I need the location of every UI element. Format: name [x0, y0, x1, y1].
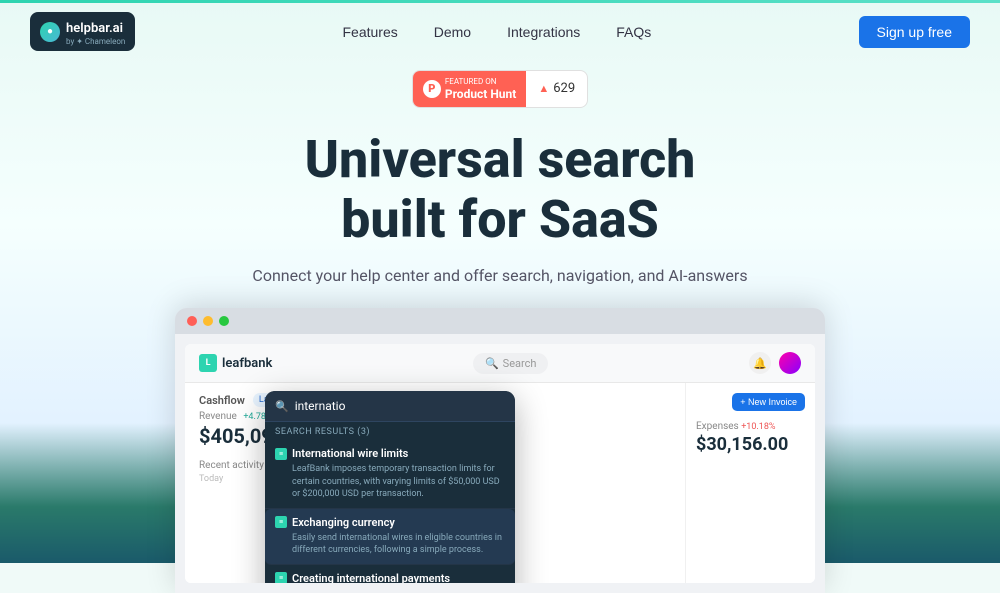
signup-button[interactable]: Sign up free	[859, 16, 971, 48]
hero-title-line1: Universal search	[305, 129, 696, 190]
result-3-header: ≡ Creating international payments	[275, 572, 505, 583]
ph-name: Product Hunt	[445, 87, 516, 101]
app-simulation: L leafbank 🔍 Search 🔔 Cashflow Last	[185, 344, 815, 583]
nav-demo[interactable]: Demo	[418, 18, 487, 46]
expenses-label: Expenses	[696, 421, 739, 432]
navbar: ● helpbar.ai by ✦ Chameleon Features Dem…	[0, 3, 1000, 60]
nav-features[interactable]: Features	[327, 18, 414, 46]
result-1-icon: ≡	[275, 448, 287, 460]
cashflow-label: Cashflow	[199, 394, 245, 407]
result-2-title: Exchanging currency	[292, 516, 395, 529]
expenses-row: Expenses +10.18%	[696, 421, 805, 432]
result-1-desc: LeafBank imposes temporary transaction l…	[275, 463, 505, 501]
logo-icon: ●	[40, 22, 60, 42]
search-result-3[interactable]: ≡ Creating international payments Easily…	[265, 565, 515, 583]
ph-arrow-icon: ▲	[538, 82, 549, 95]
logo-sub: by ✦ Chameleon	[66, 37, 125, 46]
ph-left: P FEATURED ON Product Hunt	[413, 71, 526, 107]
app-search-bar[interactable]: 🔍 Search	[473, 353, 549, 374]
revenue-label: Revenue	[199, 411, 237, 422]
brand-name: leafbank	[222, 356, 272, 371]
nav-faqs[interactable]: FAQs	[600, 18, 667, 46]
brand-icon: L	[199, 354, 217, 372]
search-result-2[interactable]: ≡ Exchanging currency Easily send intern…	[265, 509, 515, 565]
search-overlay: 🔍 internatio Search results (3) ≡ Intern…	[265, 391, 515, 583]
expenses-amount: $30,156.00	[696, 434, 805, 455]
app-brand: L leafbank	[199, 354, 272, 372]
fullscreen-dot	[219, 316, 229, 326]
result-1-title: International wire limits	[292, 447, 408, 460]
logo-area: ● helpbar.ai by ✦ Chameleon	[30, 12, 135, 51]
nav-links: Features Demo Integrations FAQs	[327, 18, 668, 46]
nav-integrations[interactable]: Integrations	[491, 18, 596, 46]
overlay-search-text: internatio	[295, 399, 346, 413]
hero-title-line2: built for SaaS	[341, 189, 659, 250]
minimize-dot	[203, 316, 213, 326]
result-1-header: ≡ International wire limits	[275, 447, 505, 460]
bell-icon: 🔔	[749, 352, 771, 374]
user-avatar	[779, 352, 801, 374]
new-invoice-button[interactable]: + New Invoice	[732, 393, 805, 411]
result-2-header: ≡ Exchanging currency	[275, 516, 505, 529]
ph-featured-label: FEATURED ON	[445, 77, 497, 86]
hero-title: Universal search built for SaaS	[305, 130, 696, 250]
app-search-placeholder: Search	[503, 357, 537, 370]
result-3-icon: ≡	[275, 572, 287, 583]
app-header-right: 🔔	[749, 352, 801, 374]
window-content: L leafbank 🔍 Search 🔔 Cashflow Last	[175, 334, 825, 593]
window-titlebar	[175, 308, 825, 334]
ph-featured-text: FEATURED ON Product Hunt	[445, 77, 516, 101]
product-hunt-icon: P	[423, 80, 441, 98]
ph-votes: 629	[553, 81, 575, 96]
product-hunt-badge[interactable]: P FEATURED ON Product Hunt ▲ 629	[412, 70, 588, 108]
result-2-icon: ≡	[275, 516, 287, 528]
overlay-search-icon: 🔍	[275, 400, 289, 413]
hero-subtitle: Connect your help center and offer searc…	[252, 266, 747, 285]
search-icon: 🔍	[485, 357, 499, 370]
close-dot	[187, 316, 197, 326]
result-3-title: Creating international payments	[292, 572, 450, 583]
result-2-desc: Easily send international wires in eligi…	[275, 532, 505, 557]
logo-text: helpbar.ai	[66, 21, 123, 36]
expenses-change: +10.18%	[741, 422, 775, 432]
preview-window: L leafbank 🔍 Search 🔔 Cashflow Last	[175, 308, 825, 593]
logo-text-block: helpbar.ai by ✦ Chameleon	[66, 17, 125, 46]
app-header: L leafbank 🔍 Search 🔔	[185, 344, 815, 383]
search-result-1[interactable]: ≡ International wire limits LeafBank imp…	[265, 440, 515, 509]
app-right-panel: + New Invoice Expenses +10.18% $30,156.0…	[685, 383, 815, 583]
app-body: Cashflow Last 7 days Last 30 da... Reven…	[185, 383, 815, 583]
logo-badge: ● helpbar.ai by ✦ Chameleon	[30, 12, 135, 51]
search-results-label: Search results (3)	[265, 422, 515, 440]
overlay-search-bar: 🔍 internatio	[265, 391, 515, 422]
ph-right: ▲ 629	[526, 75, 587, 102]
